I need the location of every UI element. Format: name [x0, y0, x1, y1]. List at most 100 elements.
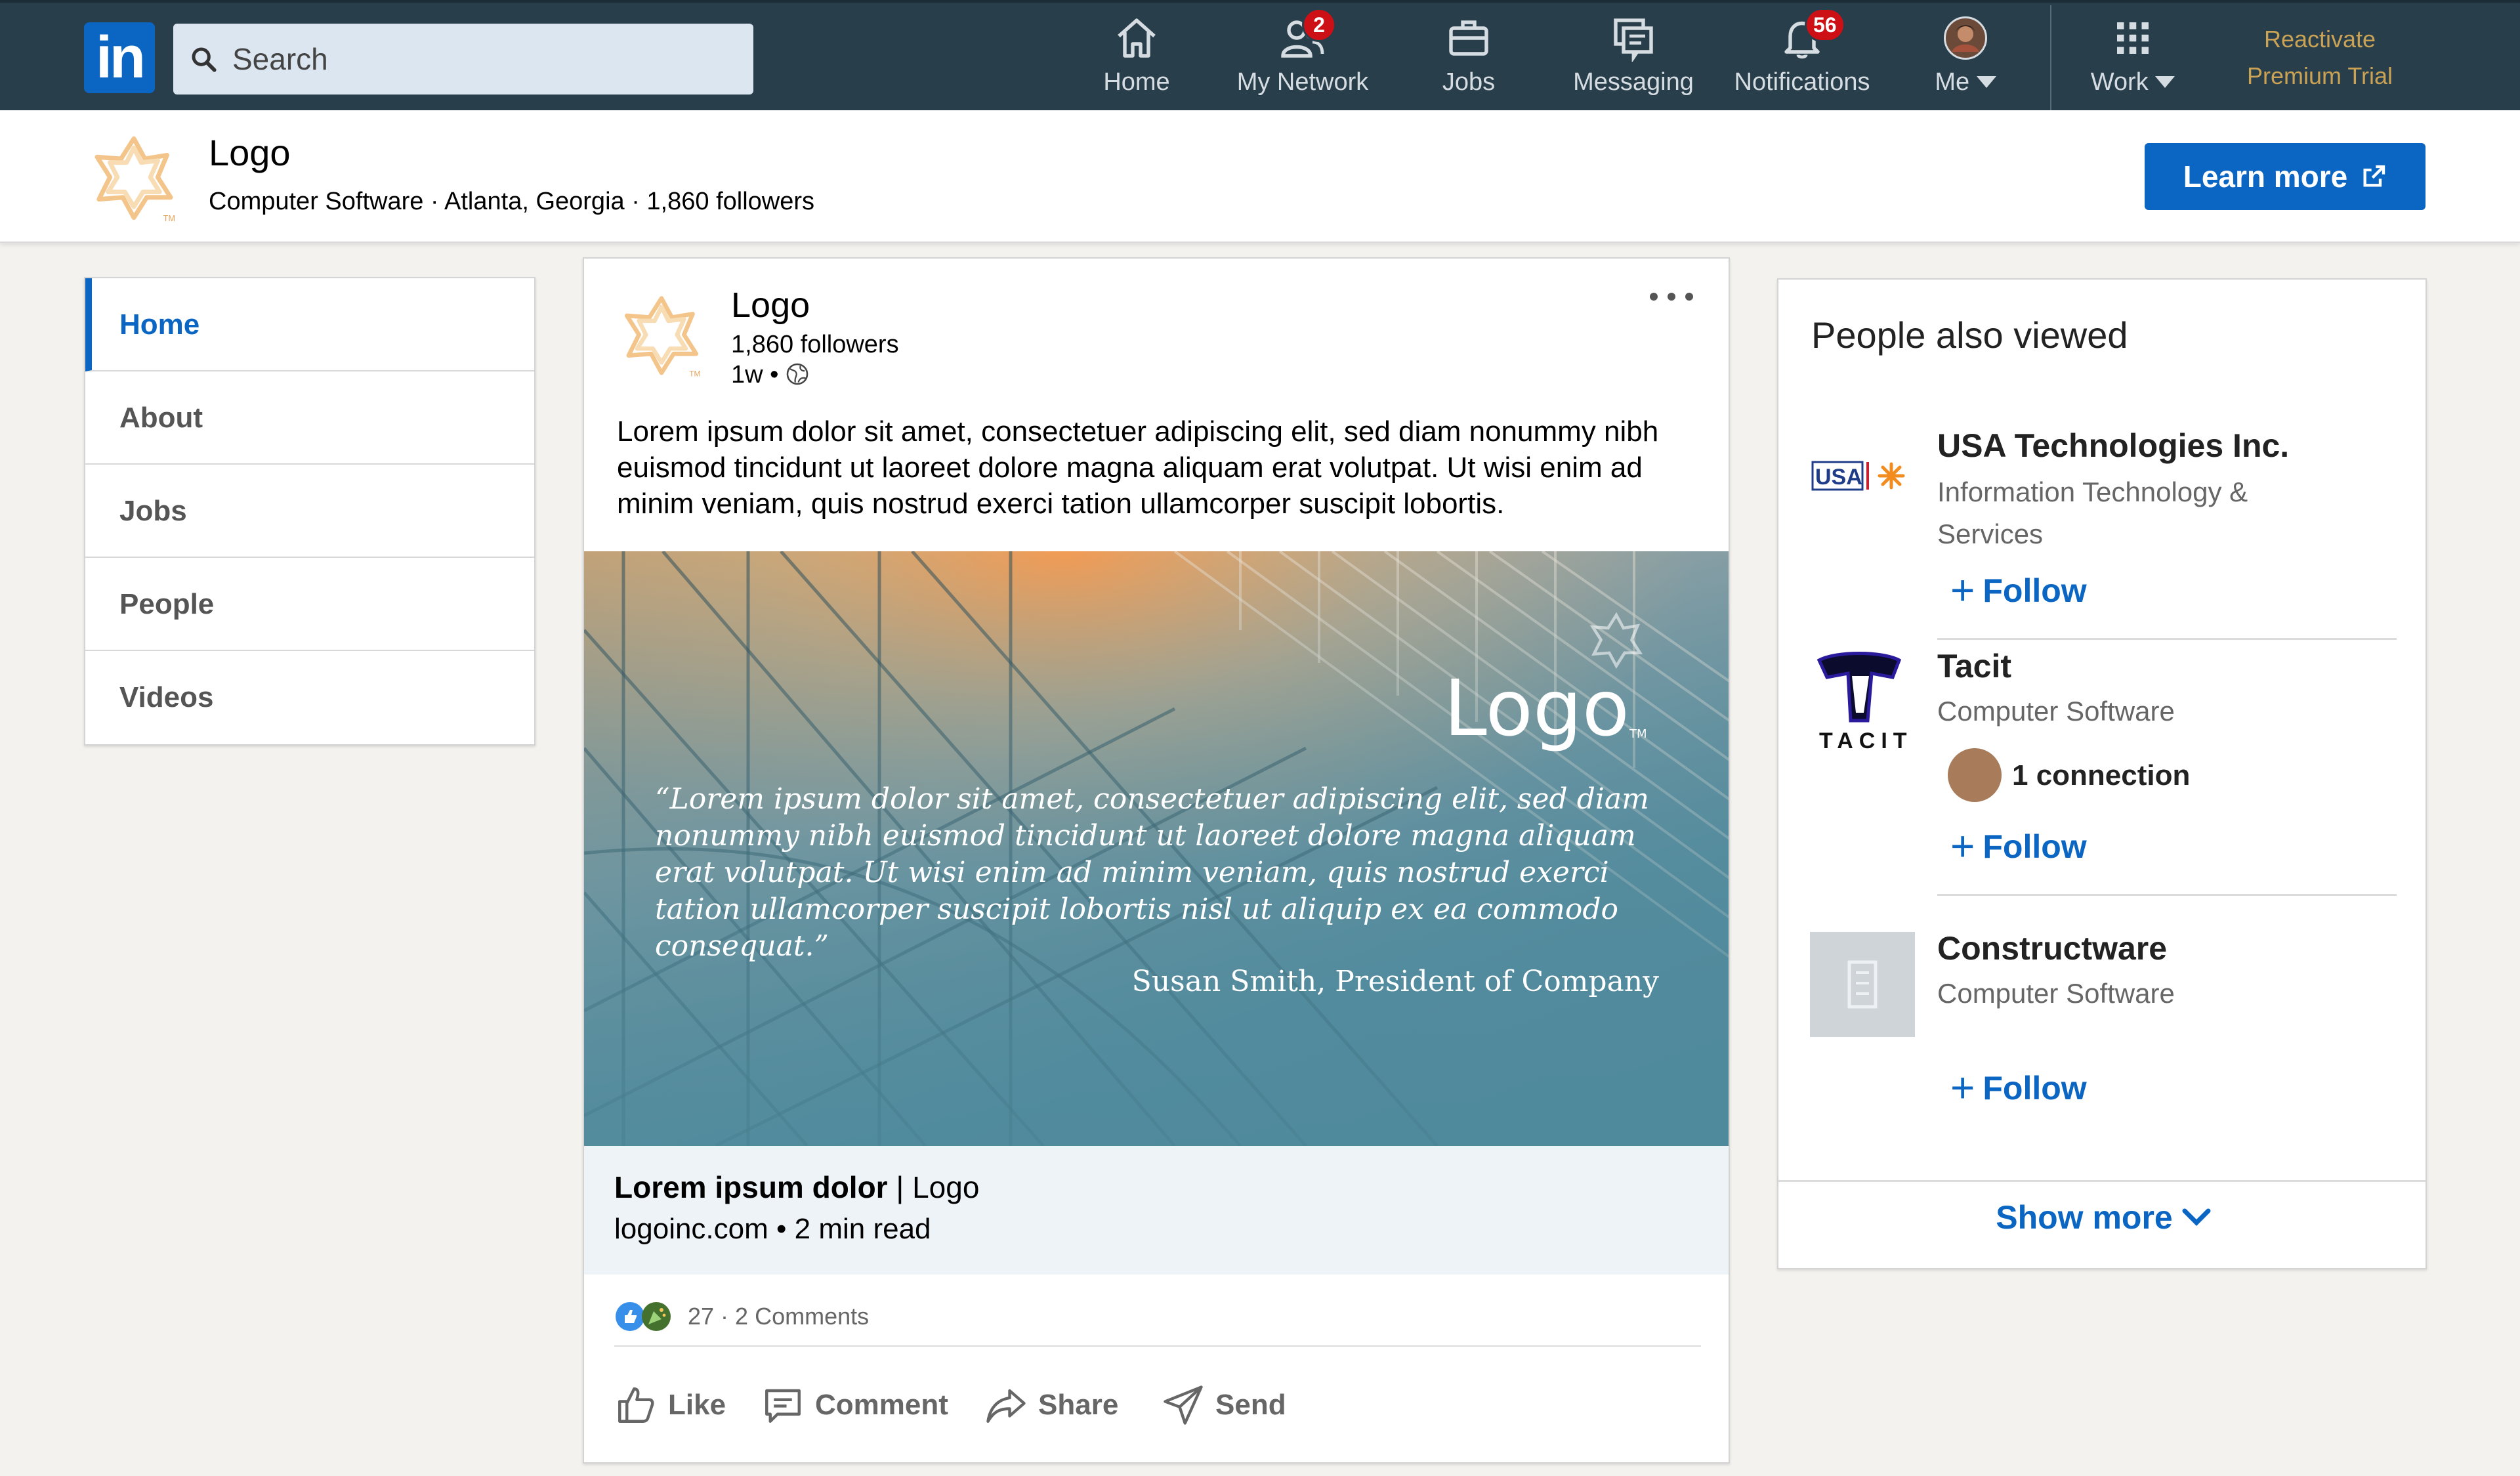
follow-label: Follow — [1983, 1070, 2087, 1107]
nav-notifications[interactable]: 56 Notifications — [1723, 3, 1881, 113]
messaging-icon — [1614, 18, 1653, 62]
follow-button[interactable]: + Follow — [1950, 566, 2087, 614]
nav-work[interactable]: Work — [2080, 3, 2185, 113]
nav-my-network-label: My Network — [1236, 68, 1369, 96]
company-industry: Information Technology & Services — [1937, 476, 2248, 549]
nav-messaging[interactable]: Messaging — [1564, 3, 1702, 113]
plus-icon: + — [1950, 566, 1975, 614]
company-industry: Computer Software — [1937, 696, 2175, 727]
post-timestamp: 1w • — [731, 361, 810, 389]
external-link-icon — [2363, 165, 2385, 187]
connection-count[interactable]: 1 connection — [1948, 748, 2190, 802]
hero-logo-word: Logo — [1444, 663, 1629, 753]
more-options-icon[interactable] — [1647, 290, 1696, 303]
page-nav-videos[interactable]: Videos — [85, 651, 534, 744]
comment-button[interactable]: Comment — [761, 1376, 971, 1435]
reaction-comment-count: 27 · 2 Comments — [688, 1303, 870, 1330]
nav-messaging-label: Messaging — [1573, 68, 1694, 96]
premium-line-1: Reactivate — [2263, 26, 2376, 53]
connection-avatar — [1948, 748, 2002, 802]
page-nav-home[interactable]: Home — [85, 278, 534, 371]
usa-technologies-logo[interactable]: USA — [1810, 424, 1915, 529]
share-label: Share — [1038, 1389, 1119, 1421]
article-source: logoinc.com • 2 min read — [614, 1213, 931, 1245]
page-nav-people[interactable]: People — [85, 558, 534, 651]
search-input[interactable] — [232, 24, 731, 95]
article-title-suffix: | Logo — [887, 1170, 980, 1204]
premium-line-2: Premium Trial — [2246, 62, 2393, 89]
company-industry: Computer Software — [1937, 978, 2175, 1009]
search-box[interactable] — [173, 24, 753, 95]
nav-home[interactable]: Home — [1076, 3, 1197, 113]
nav-divider — [2050, 5, 2051, 113]
top-navigation-bar: in Home 2 My Network Jobs Messaging 56 N… — [0, 0, 2520, 113]
article-title-bold: Lorem ipsum dolor — [614, 1170, 888, 1204]
learn-more-button[interactable]: Learn more — [2145, 143, 2426, 210]
home-icon — [1118, 18, 1156, 58]
article-link-preview[interactable]: Lorem ipsum dolor | Logo logoinc.com • 2… — [584, 1146, 1729, 1275]
company-name-constructware[interactable]: Constructware — [1937, 929, 2167, 967]
post-time-text: 1w • — [731, 361, 779, 389]
social-counts[interactable]: 27 · 2 Comments — [614, 1297, 869, 1336]
show-more-button[interactable]: Show more — [1778, 1198, 2426, 1236]
plus-icon: + — [1950, 822, 1975, 870]
tacit-logo[interactable]: TACIT — [1810, 647, 1915, 752]
page-nav-jobs[interactable]: Jobs — [85, 465, 534, 558]
send-label: Send — [1215, 1389, 1286, 1421]
company-name-usa-technologies[interactable]: USA Technologies Inc. — [1937, 427, 2289, 465]
send-button[interactable]: Send — [1162, 1376, 1306, 1435]
thumbs-up-icon — [618, 1387, 654, 1423]
briefcase-icon — [1449, 20, 1488, 56]
avatar — [1944, 16, 1987, 60]
hero-quote-author: Susan Smith, President of Company — [1131, 965, 1659, 998]
nav-work-label: Work — [2080, 68, 2185, 96]
notifications-badge: 56 — [1805, 8, 1845, 42]
like-button[interactable]: Like — [614, 1376, 746, 1435]
caret-down-icon — [2155, 76, 2175, 88]
page-nav-about[interactable]: About — [85, 371, 534, 465]
network-badge: 2 — [1302, 8, 1336, 42]
follow-button[interactable]: + Follow — [1950, 1063, 2087, 1112]
post-author-followers: 1,860 followers — [731, 331, 899, 358]
hero-logo-text: LogoTM — [1444, 663, 1647, 753]
caret-down-icon — [1976, 76, 1996, 88]
company-divider — [1937, 638, 2397, 640]
company-logo[interactable]: TM — [88, 131, 180, 223]
grid-icon — [2117, 22, 2149, 54]
nav-my-network[interactable]: 2 My Network — [1221, 3, 1385, 113]
company-meta: Computer Software · Atlanta, Georgia · 1… — [209, 188, 815, 215]
like-label: Like — [668, 1389, 726, 1421]
tacit-logo-text: TACIT — [1819, 728, 1913, 752]
share-button[interactable]: Share — [984, 1376, 1129, 1435]
nav-notifications-label: Notifications — [1734, 68, 1870, 96]
feed-post: TM Logo 1,860 followers 1w • Lorem ipsum… — [583, 257, 1730, 1464]
learn-more-label: Learn more — [2183, 159, 2348, 194]
reactivate-premium-link[interactable]: Reactivate Premium Trial — [2205, 21, 2435, 95]
follow-button[interactable]: + Follow — [1950, 822, 2087, 870]
building-placeholder-icon[interactable] — [1810, 932, 1915, 1037]
connection-text: 1 connection — [2012, 759, 2191, 791]
globe-icon — [787, 363, 808, 385]
comment-icon — [765, 1389, 801, 1423]
company-page-nav: Home About Jobs People Videos — [84, 277, 536, 746]
nav-me-text: Me — [1935, 68, 1970, 96]
post-divider — [614, 1345, 1701, 1347]
post-image[interactable]: LogoTM “Lorem ipsum dolor sit amet, cons… — [584, 551, 1729, 1146]
chevron-down-icon — [2182, 1208, 2211, 1226]
comment-label: Comment — [815, 1389, 948, 1421]
svg-text:TM: TM — [163, 214, 175, 223]
post-text: Lorem ipsum dolor sit amet, consectetuer… — [617, 415, 1659, 520]
company-name-tacit[interactable]: Tacit — [1937, 647, 2011, 685]
company-header: TM Logo Computer Software · Atlanta, Geo… — [0, 110, 2520, 243]
hero-trademark: TM — [1629, 727, 1647, 741]
follow-label: Follow — [1983, 572, 2087, 609]
nav-me-label: Me — [1916, 68, 2015, 96]
post-author-logo[interactable]: TM — [618, 291, 705, 378]
nav-me[interactable]: Me — [1916, 3, 2015, 113]
linkedin-logo[interactable]: in — [84, 22, 155, 93]
company-name[interactable]: Logo — [209, 131, 291, 174]
article-title: Lorem ipsum dolor | Logo — [614, 1170, 979, 1205]
usa-logo-text: USA — [1815, 465, 1862, 490]
nav-jobs[interactable]: Jobs — [1408, 3, 1529, 113]
post-author-name[interactable]: Logo — [731, 285, 810, 326]
